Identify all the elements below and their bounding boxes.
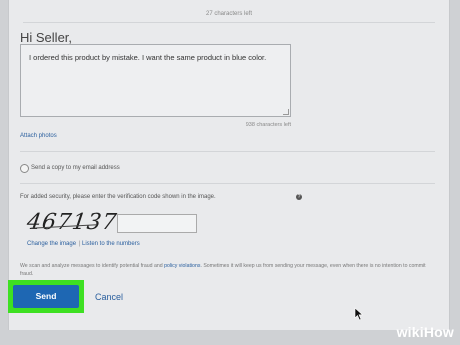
resize-handle[interactable]: [283, 109, 289, 115]
link-separator: |: [79, 241, 81, 247]
security-instruction: For added security, please enter the ver…: [20, 194, 216, 200]
captcha-image: 467137: [25, 210, 119, 238]
send-copy-radio[interactable]: [20, 164, 29, 173]
message-textarea[interactable]: I ordered this product by mistake. I wan…: [20, 44, 291, 117]
watermark-wiki: wiki: [396, 324, 424, 340]
divider: [23, 22, 435, 23]
verification-code-input[interactable]: [117, 214, 197, 233]
watermark-how: How: [423, 324, 454, 340]
listen-numbers-link[interactable]: Listen to the numbers: [82, 241, 140, 247]
divider: [20, 151, 435, 152]
send-button[interactable]: Send: [13, 285, 79, 308]
send-copy-label: Send a copy to my email address: [31, 165, 120, 171]
change-image-link[interactable]: Change the image: [27, 241, 76, 247]
mouse-pointer-icon: [354, 307, 364, 321]
attach-photos-link[interactable]: Attach photos: [20, 133, 57, 139]
greeting-text: Hi Seller,: [20, 30, 73, 45]
help-icon[interactable]: ?: [296, 194, 302, 200]
message-text: I ordered this product by mistake. I wan…: [29, 53, 267, 62]
scan-note-start: We scan and analyze messages to identify…: [20, 263, 165, 269]
wikihow-watermark: wikiHow: [397, 324, 454, 340]
characters-left-top: 27 characters left: [205, 11, 253, 17]
cancel-link[interactable]: Cancel: [95, 292, 123, 302]
captcha-code: 467137: [25, 210, 119, 235]
divider: [20, 183, 435, 184]
characters-left-counter: 938 characters left: [245, 122, 291, 128]
policy-violations-link[interactable]: policy violations: [164, 263, 200, 269]
fraud-scan-notice: We scan and analyze messages to identify…: [20, 263, 430, 278]
